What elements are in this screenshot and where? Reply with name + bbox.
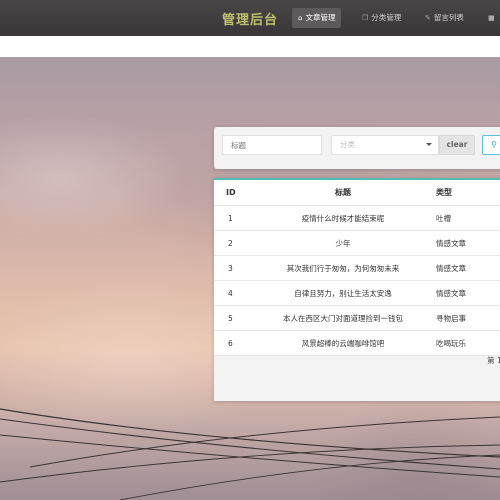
- pagination-info: 第 1 页,: [487, 356, 500, 365]
- cell-type: 情感文章: [428, 280, 500, 306]
- table-row[interactable]: 1 疫情什么时候才能结束呢 吐槽: [214, 205, 500, 231]
- col-header-id[interactable]: ID: [214, 180, 258, 206]
- cell-title: 风景超棒的云端咖啡馆吧: [258, 330, 428, 356]
- nav-message-list[interactable]: ✎ 留言列表: [419, 8, 470, 28]
- search-icon: ⚲: [491, 140, 497, 149]
- col-header-type[interactable]: 类型: [428, 180, 500, 206]
- category-placeholder: 分类: [340, 140, 355, 149]
- col-header-title[interactable]: 标题: [258, 180, 428, 206]
- pencil-icon: ✎: [425, 14, 431, 22]
- table-row[interactable]: 3 其次我们行于匆匆，为何匆匆未来 情感文章: [214, 255, 500, 281]
- nav-user[interactable]: ■: [482, 8, 500, 28]
- nav-category-management[interactable]: ❐ 分类管理: [356, 8, 407, 28]
- cell-title: 自律且努力，别让生活太安逸: [258, 280, 428, 306]
- caret-down-icon: [426, 143, 432, 146]
- cell-type: 情感文章: [428, 230, 500, 256]
- cell-type: 吃喝玩乐: [428, 330, 500, 356]
- nav-label: 留言列表: [433, 13, 464, 22]
- nav-label: 分类管理: [371, 13, 402, 22]
- article-table-panel: ID 标题 类型 1 疫情什么时候才能结束呢 吐槽 2 少年 情感文章 3 其次…: [214, 178, 500, 401]
- article-table: ID 标题 类型 1 疫情什么时候才能结束呢 吐槽 2 少年 情感文章 3 其次…: [214, 180, 500, 356]
- cell-id: 6: [214, 330, 258, 356]
- cell-title: 疫情什么时候才能结束呢: [258, 205, 428, 231]
- cell-id: 3: [214, 255, 258, 281]
- subheader-bar: [0, 36, 500, 57]
- table-row[interactable]: 4 自律且努力，别让生活太安逸 情感文章: [214, 280, 500, 306]
- cell-id: 2: [214, 230, 258, 256]
- category-select[interactable]: 分类: [331, 135, 439, 155]
- user-icon: ■: [488, 14, 495, 22]
- search-button[interactable]: ⚲: [482, 135, 500, 155]
- cell-title: 少年: [258, 230, 428, 256]
- filter-panel: 分类 clear ⚲: [214, 127, 500, 169]
- title-search-input[interactable]: [222, 135, 322, 155]
- cell-id: 4: [214, 280, 258, 306]
- home-icon: ⌂: [298, 14, 303, 22]
- table-row[interactable]: 5 本人在西区大门对面道理捡到一钱包 寻物启事: [214, 305, 500, 331]
- brand-title[interactable]: 管理后台: [222, 9, 278, 28]
- nav-article-management[interactable]: ⌂ 文章管理: [292, 8, 342, 28]
- top-navbar: 管理后台 ⌂ 文章管理 ❐ 分类管理 ✎ 留言列表 ■: [0, 0, 500, 36]
- table-row[interactable]: 2 少年 情感文章: [214, 230, 500, 256]
- cell-type: 寻物启事: [428, 305, 500, 331]
- cell-type: 情感文章: [428, 255, 500, 281]
- cell-id: 5: [214, 305, 258, 331]
- nav-label: 文章管理: [305, 13, 336, 22]
- cell-title: 其次我们行于匆匆，为何匆匆未来: [258, 255, 428, 281]
- table-row[interactable]: 6 风景超棒的云端咖啡馆吧 吃喝玩乐: [214, 330, 500, 356]
- clear-button[interactable]: clear: [439, 135, 475, 155]
- cell-type: 吐槽: [428, 205, 500, 231]
- cell-id: 1: [214, 205, 258, 231]
- copy-icon: ❐: [362, 14, 369, 22]
- cell-title: 本人在西区大门对面道理捡到一钱包: [258, 305, 428, 331]
- table-header-row: ID 标题 类型: [214, 180, 500, 206]
